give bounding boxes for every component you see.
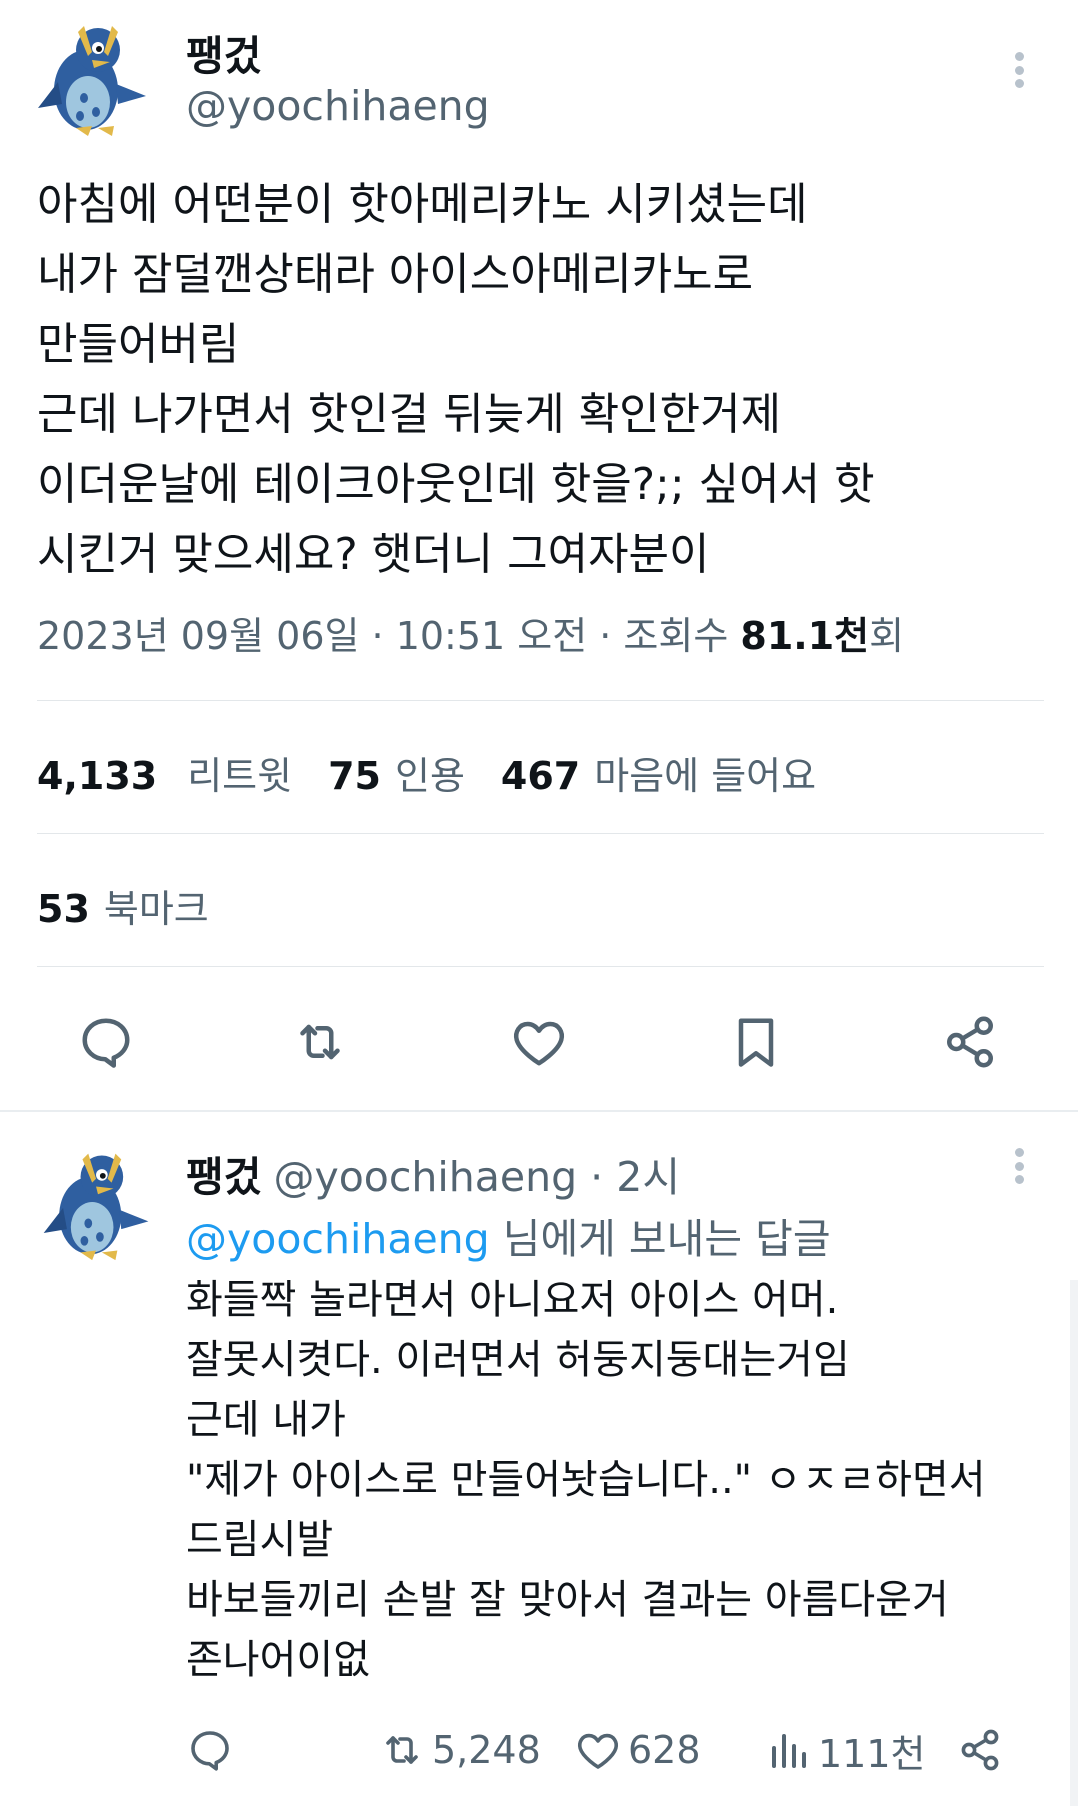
reply-actions: 5,248 628 111천 — [0, 1720, 1078, 1780]
author-display-name[interactable]: 팽겄 — [186, 22, 261, 82]
reply-text-line: "제가 아이스로 만들어놧습니다.." ㅇㅈㄹ하면서 — [186, 1457, 986, 1503]
divider — [37, 833, 1044, 834]
tweet-timestamp[interactable]: 2023년 09월 06일 · 10:51 오전 · 조회수 81.1천회 — [37, 605, 904, 660]
reply-retweet-count: 5,248 — [432, 1728, 541, 1772]
replying-to: @yoochihaeng 님에게 보내는 답글 — [186, 1205, 831, 1265]
reply-header: 팽겄 @yoochihaeng · 2시 — [186, 1143, 680, 1203]
reply-icon — [191, 1731, 229, 1771]
retweets-label[interactable]: 리트윗 — [187, 745, 292, 800]
reply-text-line: 존나어이없 — [186, 1637, 370, 1683]
share-icon[interactable] — [940, 1012, 1000, 1072]
quotes-label[interactable]: 인용 — [395, 745, 465, 800]
reply-handle-time[interactable]: @yoochihaeng · 2시 — [273, 1153, 680, 1201]
like-icon[interactable] — [509, 1012, 569, 1072]
author-avatar[interactable] — [28, 12, 158, 142]
likes-label[interactable]: 마음에 들어요 — [594, 745, 816, 800]
reply-text-line: 바보들끼리 손발 잘 맞아서 결과는 아름다운거 — [186, 1577, 949, 1623]
reply-more-options-icon[interactable] — [1012, 1148, 1026, 1184]
replying-to-suffix: 님에게 보내는 답글 — [489, 1215, 831, 1263]
reply-views-button[interactable]: 111천 — [764, 1720, 926, 1780]
reply-share-button[interactable] — [956, 1720, 1010, 1780]
timestamp-text: 2023년 09월 06일 · 10:51 오전 · 조회수 — [37, 614, 741, 658]
share-icon — [961, 1729, 999, 1771]
views-chart-icon — [772, 1734, 806, 1768]
tweet-actions — [0, 1000, 1078, 1080]
bookmark-stats: 53 북마크 — [37, 878, 209, 933]
tweet-text-line: 만들어버림 — [37, 319, 240, 370]
tweet-text-line: 시킨거 맞으세요? 햇더니 그여자분이 — [37, 529, 710, 580]
retweet-icon[interactable] — [290, 1012, 350, 1072]
bookmark-icon[interactable] — [726, 1012, 786, 1072]
scrollbar[interactable] — [1070, 1280, 1078, 1806]
likes-count[interactable]: 467 — [501, 754, 580, 798]
reply-text-line: 잘못시켯다. 이러면서 허둥지둥대는거임 — [186, 1337, 850, 1383]
penguin-avatar-icon — [38, 26, 146, 136]
like-icon — [577, 1733, 619, 1769]
reply-like-button[interactable]: 628 — [574, 1720, 701, 1780]
reply-like-count: 628 — [628, 1728, 701, 1772]
views-suffix: 회 — [869, 614, 905, 658]
retweets-count[interactable]: 4,133 — [37, 754, 157, 798]
reply-author-avatar[interactable] — [34, 1140, 160, 1266]
bookmarks-label[interactable]: 북마크 — [104, 878, 209, 933]
reply-text-line: 드림시발 — [186, 1517, 334, 1563]
tweet-text-line: 내가 잠덜깬상태라 아이스아메리카노로 — [37, 249, 754, 300]
tweet-text-line: 근데 나가면서 핫인걸 뒤늦게 확인한거제 — [37, 389, 782, 440]
bookmarks-count[interactable]: 53 — [37, 887, 90, 931]
penguin-avatar-icon — [43, 1153, 149, 1261]
divider — [37, 966, 1044, 967]
retweet-icon — [386, 1736, 418, 1764]
more-options-icon[interactable] — [1012, 52, 1026, 88]
reply-reply-button[interactable] — [186, 1720, 240, 1780]
tweet-text-line: 이더운날에 테이크아웃인데 핫을?;; 싶어서 핫 — [37, 459, 875, 510]
tweet-text: 아침에 어떤분이 핫아메리카노 시키셨는데 내가 잠덜깬상태라 아이스아메리카노… — [37, 170, 1047, 590]
reply-display-name[interactable]: 팽겄 — [186, 1153, 261, 1201]
reply-text: 화들짝 놀라면서 아니요저 아이스 어머. 잘못시켯다. 이러면서 허둥지둥대는… — [186, 1270, 1066, 1690]
reply-views-count: 111천 — [818, 1731, 926, 1776]
section-divider — [0, 1110, 1078, 1112]
divider — [37, 700, 1044, 701]
reply-retweet-button[interactable]: 5,248 — [378, 1720, 541, 1780]
quotes-count[interactable]: 75 — [328, 754, 381, 798]
replying-to-mention[interactable]: @yoochihaeng — [186, 1215, 490, 1263]
engagement-stats: 4,133 리트윗 75 인용 467 마음에 들어요 — [37, 745, 816, 800]
tweet-text-line: 아침에 어떤분이 핫아메리카노 시키셨는데 — [37, 179, 808, 230]
reply-icon[interactable] — [76, 1012, 136, 1072]
reply-text-line: 근데 내가 — [186, 1397, 346, 1443]
views-count: 81.1천 — [740, 614, 870, 658]
author-handle[interactable]: @yoochihaeng — [186, 82, 490, 130]
reply-text-line: 화들짝 놀라면서 아니요저 아이스 어머. — [186, 1277, 839, 1323]
